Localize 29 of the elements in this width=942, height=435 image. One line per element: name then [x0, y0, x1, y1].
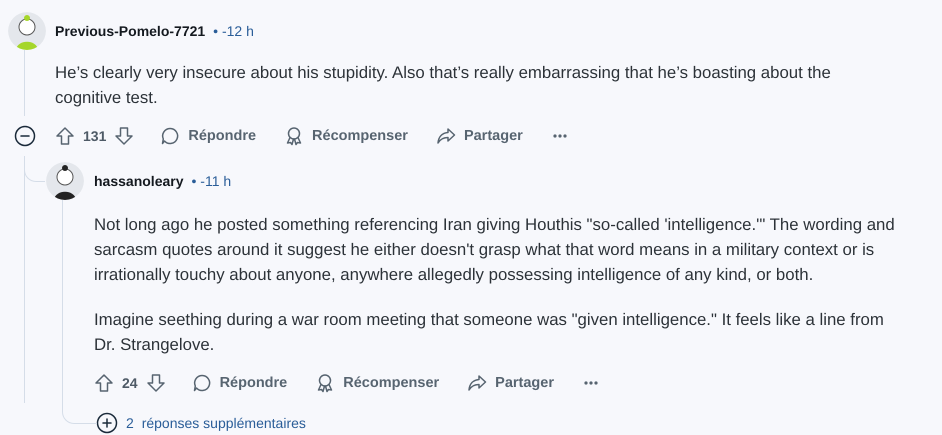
share-arrow-icon: [467, 373, 488, 393]
comment-text: Imagine seething during a war room meeting that someone was "given intelligence." It feels like a line from Dr. Strangelove.: [94, 309, 885, 356]
timestamp: • -11 h: [192, 173, 232, 189]
username[interactable]: hassanoleary: [94, 173, 184, 189]
share-button[interactable]: Partager: [424, 120, 535, 152]
downvote-icon[interactable]: [114, 126, 134, 146]
avatar-icon[interactable]: [8, 12, 46, 50]
comment-text: He’s clearly very insecure about his stupidity. Also that’s really embarrassing that he’s boasting about the cognitive test.: [55, 62, 832, 109]
more-replies-link[interactable]: 2 réponses supplémentaires: [126, 415, 306, 431]
expand-icon[interactable]: [96, 412, 118, 434]
award-button[interactable]: Récompenser: [272, 120, 420, 152]
comment-text: Not long ago he posted something referencing Iran giving Houthis "so-called 'intelligence.'" The wording and sarcasm quotes around it suggest he either doesn't grasp what that word means in a military context or is irrationally touchy about anyone, anywhere allegedly possessing intelligence of any kind, or both.: [94, 214, 896, 286]
award-button[interactable]: Récompenser: [303, 367, 452, 399]
avatar-icon[interactable]: [46, 162, 84, 200]
vote-count: 131: [82, 128, 108, 144]
upvote-icon[interactable]: [94, 373, 114, 393]
share-button[interactable]: Partager: [455, 367, 566, 399]
speech-bubble-icon: [192, 373, 212, 393]
collapse-icon[interactable]: [14, 125, 36, 147]
timestamp: • -12 h: [213, 23, 254, 39]
username[interactable]: Previous-Pomelo-7721: [55, 23, 206, 39]
vote-count: 24: [121, 375, 139, 391]
share-arrow-icon: [436, 126, 456, 146]
reply-button[interactable]: Répondre: [148, 120, 268, 152]
downvote-icon[interactable]: [146, 373, 166, 393]
speech-bubble-icon: [160, 126, 180, 146]
thread-connector: [62, 403, 97, 424]
reply-button[interactable]: Répondre: [180, 367, 300, 399]
upvote-icon[interactable]: [55, 126, 75, 146]
